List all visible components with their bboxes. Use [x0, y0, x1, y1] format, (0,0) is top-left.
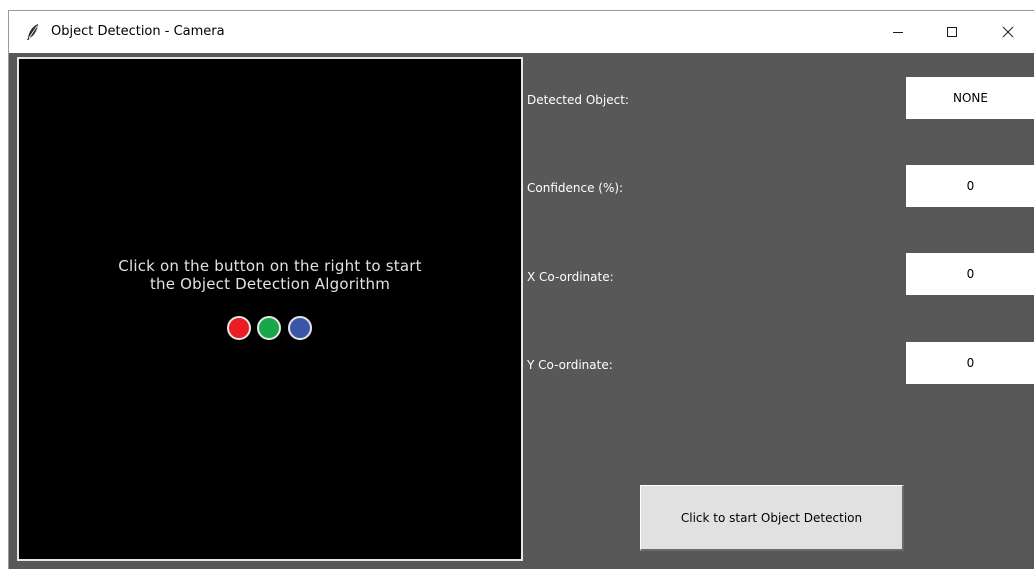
feather-icon: [26, 23, 40, 41]
main-panel: Click on the button on the right to star…: [9, 53, 1034, 569]
red-dot: [227, 316, 251, 340]
camera-canvas: Click on the button on the right to star…: [17, 57, 523, 561]
confidence-value: 0: [906, 165, 1034, 207]
y-coordinate-value: 0: [906, 342, 1034, 384]
maximize-icon: [946, 23, 958, 42]
minimize-button[interactable]: [875, 11, 921, 53]
detected-object-label: Detected Object:: [527, 93, 629, 107]
app-window: Object Detection - Camera Click on the b…: [8, 10, 1034, 569]
canvas-message-line1: Click on the button on the right to star…: [118, 257, 422, 275]
window-title: Object Detection - Camera: [51, 24, 225, 39]
start-detection-button[interactable]: Click to start Object Detection: [640, 485, 904, 551]
blue-dot: [288, 316, 312, 340]
x-coordinate-label: X Co-ordinate:: [527, 270, 614, 284]
close-button[interactable]: [985, 11, 1031, 53]
title-bar[interactable]: Object Detection - Camera: [9, 11, 1034, 53]
green-dot: [257, 316, 281, 340]
canvas-message: Click on the button on the right to star…: [19, 257, 521, 293]
detected-object-value: NONE: [906, 77, 1034, 119]
y-coordinate-label: Y Co-ordinate:: [527, 358, 613, 372]
maximize-button[interactable]: [929, 11, 975, 53]
minimize-icon: [892, 23, 904, 42]
confidence-label: Confidence (%):: [527, 181, 624, 195]
x-coordinate-value: 0: [906, 253, 1034, 295]
close-icon: [1002, 23, 1014, 42]
canvas-message-line2: the Object Detection Algorithm: [149, 275, 391, 293]
